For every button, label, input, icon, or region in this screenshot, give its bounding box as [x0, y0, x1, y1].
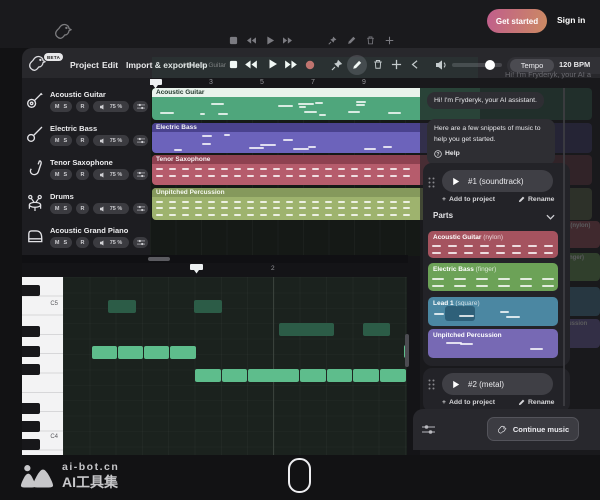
note-dash [448, 252, 457, 254]
app-screen: 3579 Acoustic GuitarElectric BassTenor S… [0, 0, 600, 500]
note-dash [454, 278, 466, 280]
note-dash [544, 245, 553, 247]
note-dash [432, 245, 441, 247]
note-dash [496, 245, 505, 247]
note-dash [520, 285, 532, 287]
note-dash [464, 252, 473, 254]
note-dash [544, 252, 553, 254]
part-notes [428, 340, 558, 358]
cursor-capsule-outline [288, 458, 311, 493]
part-notes [428, 242, 558, 258]
ghost-rewind-icon [247, 36, 256, 45]
part-notes [428, 308, 558, 326]
note-dash [480, 252, 489, 254]
site-topbar: Get started Sign in [0, 0, 600, 48]
note-dash [446, 342, 462, 344]
part-label: Electric Bass (finger) [433, 266, 496, 273]
note-dash [530, 348, 543, 350]
note-dash [460, 343, 472, 345]
ghost-play-icon [266, 36, 275, 45]
note-dash [528, 252, 537, 254]
note-dash [434, 313, 444, 315]
note-dash [464, 245, 473, 247]
note-dash [542, 285, 554, 287]
ghost-logo-icon [53, 20, 75, 42]
note-dash [498, 285, 510, 287]
note-dash [528, 245, 537, 247]
ghost-clip-tooltip: Acoustic Guitar [182, 62, 226, 69]
part-card-4[interactable]: Unpitched Percussion [428, 329, 558, 358]
note-dash [500, 311, 510, 313]
note-dash [454, 285, 466, 287]
note-dash [520, 278, 532, 280]
part-card-3[interactable]: Lead 1 (square) [428, 297, 558, 326]
note-dash [512, 245, 521, 247]
watermark-brand: AI工具集 [62, 472, 118, 492]
note-dash [506, 316, 520, 318]
ghost-pencil-icon [347, 36, 356, 45]
ghost-trash-icon [366, 36, 375, 45]
ghost-pin-icon [328, 36, 337, 45]
ghost-stop-icon [229, 36, 238, 45]
note-dash [432, 285, 444, 287]
note-dash [432, 278, 444, 280]
part-notes [428, 274, 558, 291]
part-label: Acoustic Guitar (nylon) [433, 234, 503, 241]
note-dash [476, 278, 488, 280]
note-dash [542, 278, 554, 280]
note-dash [432, 252, 441, 254]
note-dash [459, 315, 474, 317]
watermark-logo-icon [20, 461, 54, 490]
note-dash [448, 245, 457, 247]
part-label: Unpitched Percussion [433, 332, 502, 339]
note-dash [512, 252, 521, 254]
part-card-1[interactable]: Acoustic Guitar (nylon) [428, 231, 558, 258]
panel-scrollbar-track[interactable] [563, 88, 565, 406]
ghost-assistant-preview: Hi! I'm Fryderyk, your AI a [505, 70, 591, 79]
get-started-button[interactable]: Get started [487, 9, 547, 33]
note-dash [496, 252, 505, 254]
sign-in-button[interactable]: Sign in [551, 14, 591, 26]
note-dash [498, 278, 510, 280]
bottom-strip: ai-bot.cn AI工具集 [0, 455, 600, 500]
part-card-2[interactable]: Electric Bass (finger) [428, 263, 558, 291]
note-dash [476, 285, 488, 287]
ghost-plus-icon [385, 36, 394, 45]
ghost-ff-icon [283, 36, 292, 45]
note-dash [480, 245, 489, 247]
